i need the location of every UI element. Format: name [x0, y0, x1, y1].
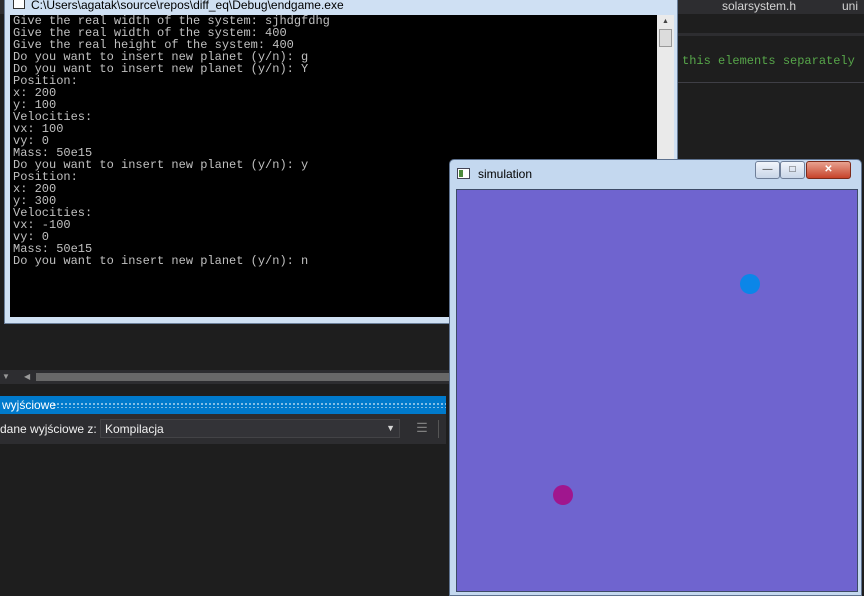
output-panel-title[interactable]: wyjściowe [0, 396, 446, 414]
show-output-from-value: Kompilacja [105, 422, 164, 436]
show-output-from-label: dane wyjściowe z: [0, 422, 97, 436]
scroll-up-icon[interactable]: ▲ [659, 17, 672, 27]
scrollbar-thumb[interactable] [36, 373, 450, 381]
app-icon [457, 168, 470, 179]
panel-grip [52, 402, 446, 408]
simulation-titlebar[interactable]: simulation — □ ✕ [450, 160, 861, 188]
simulation-canvas[interactable] [456, 189, 858, 592]
planet-2 [553, 485, 573, 505]
console-app-icon [13, 0, 25, 9]
chevron-down-icon: ▼ [386, 423, 395, 433]
console-window-title: C:\Users\agatak\source\repos\diff_eq\Deb… [31, 0, 344, 12]
simulation-window[interactable]: simulation — □ ✕ [449, 159, 862, 596]
horizontal-scrollbar[interactable]: ▼ ◀ [0, 370, 450, 384]
editor-divider [674, 82, 864, 83]
scroll-left-icon[interactable]: ◀ [24, 372, 34, 382]
console-titlebar[interactable]: C:\Users\agatak\source\repos\diff_eq\Deb… [5, 0, 677, 13]
close-icon: ✕ [824, 164, 833, 175]
minimize-icon: — [762, 164, 773, 175]
tab-solarsystem-h[interactable]: solarsystem.h [722, 0, 796, 14]
show-output-from-select[interactable]: Kompilacja ▼ [100, 419, 400, 438]
code-comment: this elements separately [682, 54, 855, 68]
scrollbar-thumb[interactable] [659, 29, 672, 47]
simulation-window-title: simulation [478, 167, 533, 181]
code-editor[interactable]: this elements separately [674, 14, 864, 86]
maximize-icon: □ [789, 164, 796, 175]
clear-output-icon[interactable]: ☰ [412, 420, 432, 438]
output-panel-title-text: wyjściowe [2, 398, 57, 412]
planet-1 [740, 274, 760, 294]
output-toolbar: dane wyjściowe z: Kompilacja ▼ ☰ [0, 414, 446, 444]
tab-uni[interactable]: uni [842, 0, 858, 14]
maximize-button[interactable]: □ [780, 161, 805, 179]
close-button[interactable]: ✕ [806, 161, 851, 179]
editor-divider [674, 33, 864, 36]
toolbar-separator [438, 420, 439, 438]
minimize-button[interactable]: — [755, 161, 780, 179]
dropdown-arrow-icon[interactable]: ▼ [2, 372, 18, 382]
